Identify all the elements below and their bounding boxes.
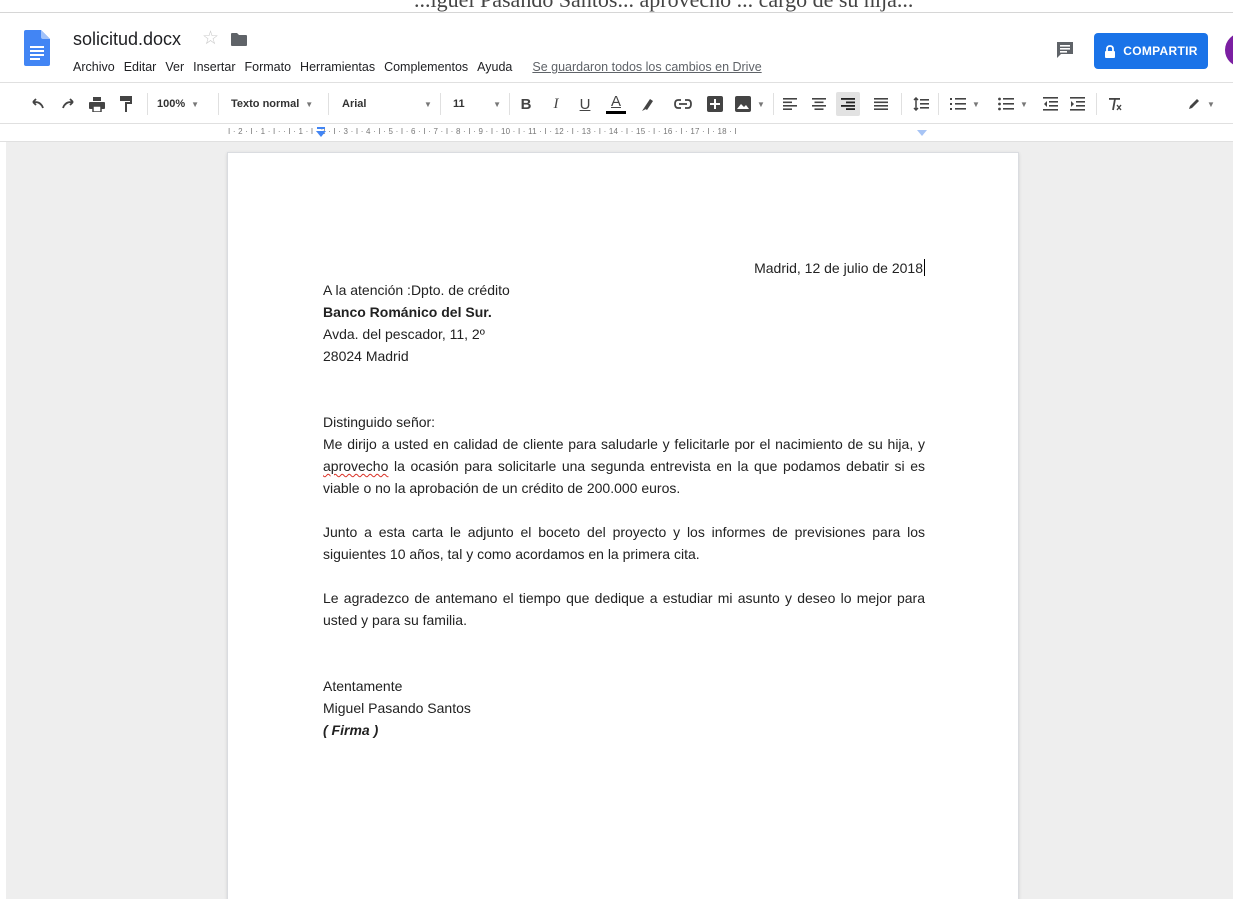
p1-end: la ocasión para solicitarle una segunda …	[323, 458, 925, 496]
letter-date-text: Madrid, 12 de julio de 2018	[754, 260, 923, 276]
align-right-icon[interactable]	[836, 83, 860, 125]
menu-editar[interactable]: Editar	[124, 60, 157, 74]
chevron-down-icon: ▼	[424, 99, 432, 109]
align-center-icon[interactable]	[811, 83, 827, 125]
toolbar-separator	[1096, 93, 1097, 115]
bulleted-list-icon[interactable]: ▼	[996, 83, 1030, 125]
toolbar-separator	[773, 93, 774, 115]
toolbar-separator	[938, 93, 939, 115]
zoom-value: 100%	[157, 98, 186, 110]
font-select[interactable]: Arial ▼	[342, 83, 432, 125]
chevron-down-icon: ▼	[305, 99, 314, 109]
letter-address-line-2[interactable]: 28024 Madrid	[323, 345, 409, 367]
app-header: solicitud.docx ☆ Archivo Editar Ver Inse…	[0, 13, 1233, 82]
bold-label: B	[520, 95, 532, 113]
p1-start: Me dirijo a usted en calidad de cliente …	[323, 436, 925, 452]
left-indent-marker-icon[interactable]	[316, 127, 326, 137]
clear-formatting-icon[interactable]	[1106, 83, 1124, 125]
ruler[interactable]: I · 2 · I · 1 · I · · I · 1 · I · 2 · I …	[0, 124, 1233, 142]
font-size-value: 11	[453, 98, 465, 110]
toolbar-separator	[218, 93, 219, 115]
numbered-list-icon[interactable]: ▼	[948, 83, 982, 125]
toolbar-separator	[147, 93, 148, 115]
letter-bank-name[interactable]: Banco Románico del Sur.	[323, 301, 492, 323]
letter-address-line-1[interactable]: Avda. del pescador, 11, 2º	[323, 323, 485, 345]
align-left-icon[interactable]	[782, 83, 798, 125]
text-color-label: A	[610, 92, 621, 110]
toolbar-separator	[901, 93, 902, 115]
avatar[interactable]	[1225, 33, 1233, 67]
bold-button[interactable]: B	[518, 83, 534, 125]
zoom-select[interactable]: 100% ▼	[157, 83, 211, 125]
folder-icon[interactable]	[231, 33, 247, 46]
letter-paragraph-2[interactable]: Junto a esta carta le adjunto el boceto …	[323, 521, 925, 565]
star-icon[interactable]: ☆	[202, 28, 219, 50]
italic-button[interactable]: I	[548, 83, 564, 125]
menu-formato[interactable]: Formato	[245, 60, 292, 74]
letter-signature-placeholder[interactable]: ( Firma )	[323, 719, 378, 741]
share-button[interactable]: COMPARTIR	[1094, 33, 1208, 69]
font-size-select[interactable]: 11 ▼	[453, 83, 501, 125]
letter-paragraph-1[interactable]: Me dirijo a usted en calidad de cliente …	[323, 433, 925, 499]
share-label: COMPARTIR	[1123, 44, 1198, 58]
toolbar-separator	[509, 93, 510, 115]
style-select[interactable]: Texto normal ▼	[231, 83, 321, 125]
style-value: Texto normal	[231, 98, 300, 110]
redo-icon[interactable]	[60, 83, 78, 125]
menu-insertar[interactable]: Insertar	[193, 60, 235, 74]
decrease-indent-icon[interactable]	[1041, 83, 1059, 125]
increase-indent-icon[interactable]	[1068, 83, 1086, 125]
letter-paragraph-3[interactable]: Le agradezco de antemano el tiempo que d…	[323, 587, 925, 631]
lock-icon	[1105, 44, 1116, 58]
menu-bar: Archivo Editar Ver Insertar Formato Herr…	[73, 59, 762, 75]
underline-label: U	[579, 95, 591, 113]
document-page[interactable]: Madrid, 12 de julio de 2018 A la atenció…	[227, 152, 1019, 899]
save-status-link[interactable]: Se guardaron todos los cambios en Drive	[532, 60, 761, 74]
italic-label: I	[553, 95, 559, 112]
ruler-marks: I · 2 · I · 1 · I · · I · 1 · I · 2 · I …	[228, 127, 737, 136]
chevron-down-icon: ▼	[757, 99, 765, 109]
menu-ver[interactable]: Ver	[165, 60, 184, 74]
align-right-active-bg	[836, 92, 860, 116]
letter-signer[interactable]: Miguel Pasando Santos	[323, 697, 471, 719]
align-justify-icon[interactable]	[873, 83, 889, 125]
letter-salutation[interactable]: Distinguido señor:	[323, 411, 435, 433]
chevron-down-icon: ▼	[972, 99, 980, 109]
menu-ayuda[interactable]: Ayuda	[477, 60, 512, 74]
text-color-button[interactable]: A	[605, 83, 627, 125]
toolbar-separator	[328, 93, 329, 115]
add-comment-icon[interactable]	[706, 83, 724, 125]
chevron-down-icon: ▼	[191, 99, 200, 109]
chevron-down-icon: ▼	[1020, 99, 1028, 109]
right-indent-marker-icon[interactable]	[917, 127, 927, 137]
link-icon[interactable]	[673, 83, 693, 125]
toolbar: 100% ▼ Texto normal ▼ Arial ▼ 11 ▼ B I U…	[0, 82, 1233, 124]
print-icon[interactable]	[88, 83, 106, 125]
menu-complementos[interactable]: Complementos	[384, 60, 468, 74]
letter-closing[interactable]: Atentamente	[323, 675, 402, 697]
letter-attention[interactable]: A la atención :Dpto. de crédito	[323, 279, 510, 301]
letter-date[interactable]: Madrid, 12 de julio de 2018	[754, 257, 925, 279]
spelling-flagged-word[interactable]: aprovecho	[323, 458, 388, 474]
toolbar-separator	[440, 93, 441, 115]
chevron-down-icon: ▼	[493, 99, 501, 109]
paint-format-icon[interactable]	[118, 83, 134, 125]
document-title[interactable]: solicitud.docx	[73, 29, 181, 50]
editing-mode-icon[interactable]: ▼	[1184, 83, 1218, 125]
highlight-icon[interactable]	[640, 83, 656, 125]
comments-icon[interactable]	[1055, 40, 1075, 60]
undo-icon[interactable]	[28, 83, 46, 125]
font-value: Arial	[342, 98, 367, 110]
chevron-down-icon: ▼	[1207, 99, 1215, 109]
docs-logo-icon[interactable]	[24, 30, 50, 66]
line-spacing-icon[interactable]	[912, 83, 930, 125]
text-cursor	[924, 259, 925, 276]
underline-button[interactable]: U	[577, 83, 593, 125]
menu-archivo[interactable]: Archivo	[73, 60, 115, 74]
menu-herramientas[interactable]: Herramientas	[300, 60, 375, 74]
image-icon[interactable]: ▼	[735, 83, 765, 125]
text-color-swatch	[606, 110, 626, 114]
